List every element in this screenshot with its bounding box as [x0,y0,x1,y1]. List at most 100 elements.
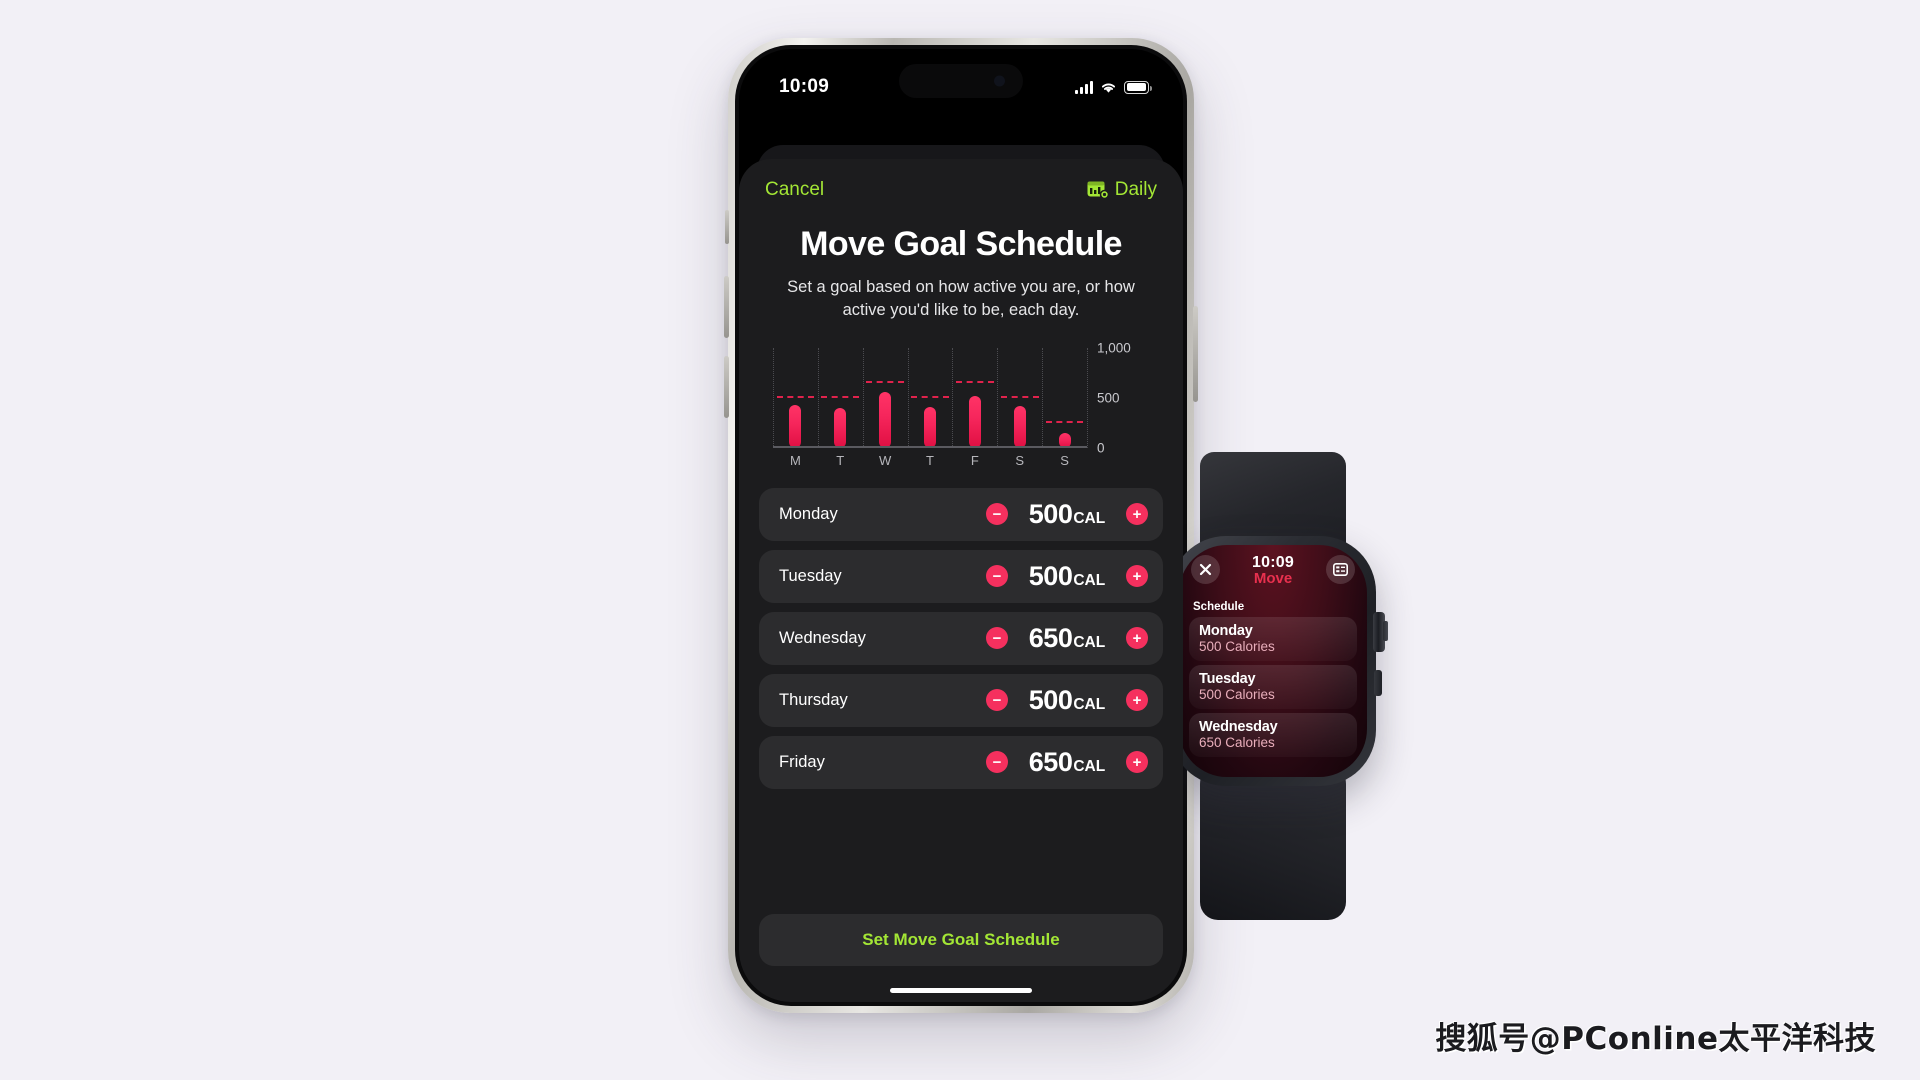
list-view-icon[interactable] [1326,555,1355,584]
chart-goal-line [1000,395,1039,398]
chart-goal-line [911,395,949,398]
status-bar-indicators [1075,80,1152,94]
daily-toggle-button[interactable]: Daily [1087,179,1157,201]
chart-bar [789,404,802,448]
chart-x-label: W [879,452,892,468]
chart-bar [834,407,847,448]
decrement-button[interactable]: − [986,751,1008,774]
move-goal-chart: M T W T F S S 0 500 1,000 [773,340,1149,468]
volume-up-button[interactable] [724,276,729,338]
close-x-glyph [1199,563,1212,576]
watch-side-button[interactable] [1374,670,1382,696]
phone-bezel: 10:09 Cancel Daily Move Goal Schedule Se… [735,45,1187,1006]
page-title: Move Goal Schedule [800,225,1122,263]
day-goal-row[interactable]: Wednesday −650 CAL + [759,611,1163,665]
day-goal-row[interactable]: Thursday −500 CAL + [759,673,1163,727]
day-name-label: Friday [779,752,825,771]
watch-calories-label: 500 Calories [1199,687,1275,702]
minus-icon: − [992,567,1002,585]
decrement-button[interactable]: − [986,627,1008,650]
plus-icon: + [1132,753,1142,771]
watch-schedule-row[interactable]: Wednesday 650 Calories [1189,713,1357,757]
chart-x-label: M [790,452,801,468]
chart-goal-line [821,395,860,398]
list-view-glyph [1333,563,1348,576]
iphone-device: 10:09 Cancel Daily Move Goal Schedule Se… [724,38,1198,1013]
sheet-footer: Set Move Goal Schedule [739,902,1183,1002]
silence-switch[interactable] [725,210,729,244]
front-camera-icon [994,75,1005,87]
calorie-unit: CAL [1073,633,1106,651]
chart-x-label: S [1060,452,1069,468]
chart-bar-slot [908,348,953,448]
calorie-stepper: −500 CAL + [986,499,1148,530]
calorie-stepper: −650 CAL + [986,623,1148,654]
plus-icon: + [1132,567,1142,585]
increment-button[interactable]: + [1126,751,1148,774]
increment-button[interactable]: + [1126,503,1148,526]
watch-screen: 10:09 Move Schedule Monday 500 Calories Tu… [1179,545,1367,777]
calorie-stepper: −500 CAL + [986,561,1148,592]
calorie-number: 500 [1028,498,1073,529]
chart-gridline [1087,347,1088,448]
watermark: 搜狐号@PConline太平洋科技 [1435,1021,1876,1057]
day-name-label: Wednesday [779,628,866,647]
watch-calories-label: 500 Calories [1199,639,1275,654]
calorie-unit: CAL [1073,509,1106,527]
calorie-value: 650 CAL [1019,623,1115,654]
day-goal-row[interactable]: Friday −650 CAL + [759,735,1163,789]
volume-down-button[interactable] [724,356,729,418]
chart-y-label: 0 [1097,440,1105,456]
chart-x-label: T [836,452,845,468]
chart-bar-slot [952,348,997,448]
chart-goal-line [776,395,815,398]
watch-schedule-row[interactable]: Monday 500 Calories [1189,617,1357,661]
battery-icon [1124,80,1152,94]
calorie-stepper: −650 CAL + [986,747,1148,778]
power-button[interactable] [1193,306,1198,402]
sheet-navigation-bar: Cancel Daily [739,159,1183,207]
minus-icon: − [992,505,1002,523]
digital-crown[interactable] [1373,612,1388,652]
minus-icon: − [992,691,1002,709]
watch-day-label: Wednesday [1199,719,1278,735]
watch-section-header: Schedule [1193,601,1245,613]
day-goal-list: Monday −500 CAL + Tuesday −500 CAL + Wednesday −6… [759,487,1163,902]
watch-app-name: Move [1253,570,1293,587]
increment-button[interactable]: + [1126,689,1148,712]
page-description: Set a goal based on how active you are, … [787,278,1135,319]
decrement-button[interactable]: − [986,565,1008,588]
chart-bar [1013,405,1026,448]
day-goal-row[interactable]: Monday −500 CAL + [759,487,1163,541]
day-name-label: Monday [779,504,838,523]
plus-icon: + [1132,691,1142,709]
calendar-chart-icon [1087,181,1109,199]
calorie-value: 500 CAL [1019,499,1115,530]
close-x-icon[interactable] [1191,555,1220,584]
chart-x-label: S [1015,452,1025,468]
set-move-goal-schedule-button[interactable]: Set Move Goal Schedule [759,914,1163,966]
chart-x-label: F [970,452,979,468]
increment-button[interactable]: + [1126,565,1148,588]
cancel-button[interactable]: Cancel [765,179,824,201]
chart-goal-line [866,380,904,383]
calorie-unit: CAL [1073,757,1106,775]
increment-button[interactable]: + [1126,627,1148,650]
plus-icon: + [1132,629,1142,647]
watch-schedule-row[interactable]: Tuesday 500 Calories [1189,665,1357,709]
decrement-button[interactable]: − [986,689,1008,712]
chart-baseline-axis [773,446,1087,448]
day-goal-row[interactable]: Tuesday −500 CAL + [759,549,1163,603]
chart-bar-slot [818,348,863,448]
chart-plot-area [773,347,1088,448]
calorie-number: 650 [1028,622,1073,653]
home-indicator[interactable] [890,988,1032,993]
day-name-label: Thursday [779,690,848,709]
minus-icon: − [992,629,1002,647]
watch-day-label: Tuesday [1199,671,1256,687]
watch-day-label: Monday [1199,623,1253,639]
minus-icon: − [992,753,1002,771]
decrement-button[interactable]: − [986,503,1008,526]
chart-x-label: T [926,452,934,468]
chart-bar [923,406,936,448]
